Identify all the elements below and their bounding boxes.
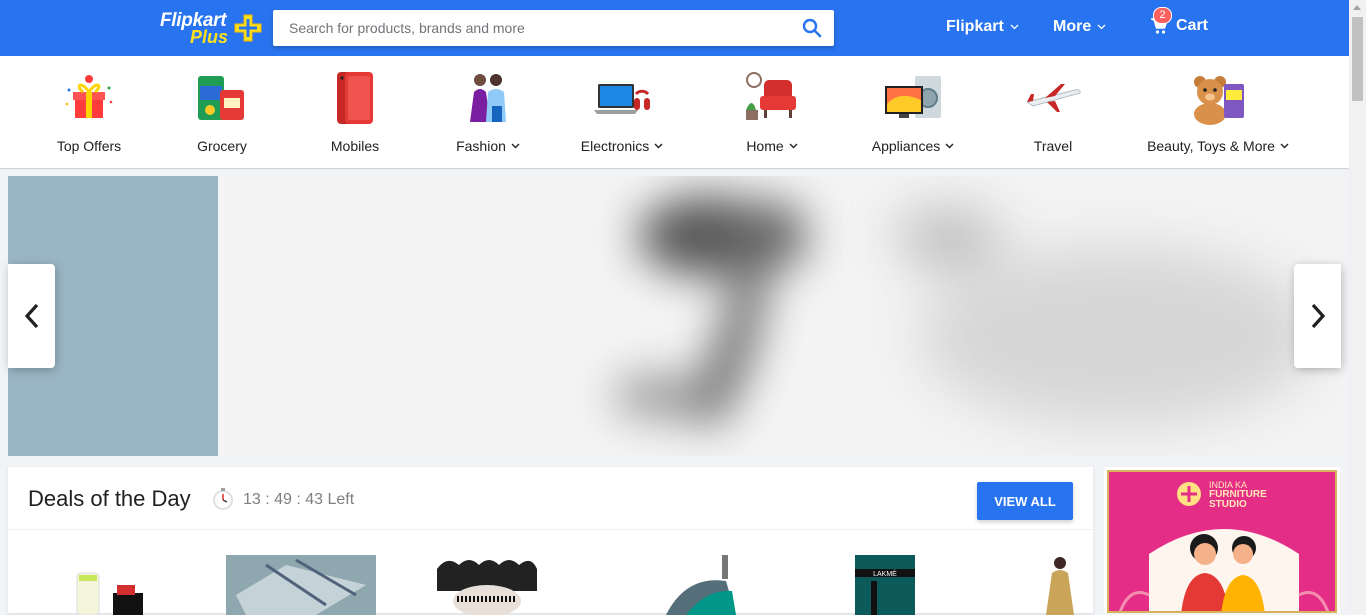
chevron-down-icon [1010, 24, 1019, 30]
deal-product-image[interactable] [226, 555, 376, 615]
ad-line-3: STUDIO [1209, 499, 1247, 510]
category-label: Grocery [197, 138, 247, 154]
category-electronics[interactable]: Electronics [557, 56, 687, 168]
account-menu-label: Flipkart [946, 18, 1004, 35]
scrollbar-thumb[interactable] [1352, 17, 1363, 101]
deal-product-image[interactable] [435, 555, 539, 615]
chevron-down-icon [945, 143, 954, 149]
chevron-down-icon [789, 143, 798, 149]
deals-of-the-day-section: Deals of the Day 13 : 49 : 43 Left VIEW … [8, 467, 1093, 615]
chevron-left-icon [24, 303, 38, 329]
deal-product-image[interactable] [1038, 555, 1082, 615]
ad-logo-icon [1177, 482, 1201, 506]
banner-blurred-product-image [613, 196, 808, 426]
category-label: Travel [1033, 138, 1073, 154]
category-label: Beauty, Toys & More [1147, 138, 1275, 154]
search-bar [273, 10, 834, 46]
cart-count-badge: 2 [1153, 7, 1172, 24]
chevron-down-icon [511, 143, 520, 149]
deal-product-image[interactable] [656, 555, 756, 615]
chevron-down-icon [654, 143, 663, 149]
logo-word-plus: Plus [190, 27, 229, 47]
flipkart-plus-logo[interactable]: Flipkart Plus [160, 10, 264, 47]
furniture-studio-ad[interactable]: INDIA KA FURNITURE STUDIO [1104, 467, 1340, 613]
deal-product-image[interactable]: LAKMÉ [853, 555, 917, 615]
account-menu[interactable]: Flipkart [946, 18, 1019, 36]
category-label: Home [746, 138, 784, 154]
category-bar: Top Offers Grocery Mobiles Fashion Elect… [0, 56, 1349, 168]
category-label: Top Offers [56, 138, 122, 154]
hero-banner[interactable] [8, 176, 1341, 456]
ad-couple-illustration [1118, 529, 1330, 611]
appliances-icon [885, 76, 941, 118]
plus-logo-icon [234, 14, 262, 42]
deal-product-image[interactable] [73, 555, 153, 615]
grocery-icon [198, 76, 244, 120]
teddy-bear-icon [1194, 76, 1244, 125]
category-label: Mobiles [330, 138, 380, 154]
category-appliances[interactable]: Appliances [848, 56, 978, 168]
category-top-offers[interactable]: Top Offers [24, 56, 154, 168]
deals-countdown: 13 : 49 : 43 Left [243, 491, 355, 508]
svg-text:LAKMÉ: LAKMÉ [873, 569, 897, 578]
search-input[interactable] [273, 10, 783, 46]
laptop-icon [594, 84, 650, 114]
category-label: Appliances [871, 138, 941, 154]
category-label: Electronics [580, 138, 650, 154]
banner-blurred-background [898, 216, 1318, 426]
chevron-down-icon [1097, 24, 1106, 30]
scroll-up-arrow-icon[interactable] [1353, 5, 1361, 10]
top-header: Flipkart Plus Flipkart More 2 Cart [0, 0, 1349, 56]
airplane-icon [1025, 84, 1081, 112]
page-scrollbar[interactable] [1349, 0, 1366, 613]
category-travel[interactable]: Travel [988, 56, 1118, 168]
view-all-button[interactable]: VIEW ALL [977, 482, 1073, 520]
more-menu-label: More [1053, 18, 1092, 35]
category-home[interactable]: Home [707, 56, 837, 168]
search-icon[interactable] [802, 18, 822, 38]
mobile-icon [337, 72, 373, 124]
timer-clock-icon [213, 488, 233, 510]
category-fashion[interactable]: Fashion [423, 56, 553, 168]
carousel-prev-button[interactable] [8, 264, 55, 368]
carousel-next-button[interactable] [1294, 264, 1341, 368]
category-beauty-toys[interactable]: Beauty, Toys & More [1133, 56, 1303, 168]
more-menu[interactable]: More [1053, 18, 1106, 36]
cart-button[interactable]: 2 Cart [1150, 7, 1209, 35]
chevron-down-icon [1280, 143, 1289, 149]
category-mobiles[interactable]: Mobiles [290, 56, 420, 168]
category-grocery[interactable]: Grocery [157, 56, 287, 168]
category-label: Fashion [456, 138, 506, 154]
gift-icon [65, 75, 113, 118]
armchair-icon [746, 72, 796, 120]
deals-title: Deals of the Day [28, 486, 191, 511]
cart-label: Cart [1176, 17, 1209, 34]
deals-header: Deals of the Day 13 : 49 : 43 Left VIEW … [8, 467, 1093, 530]
chevron-right-icon [1311, 303, 1325, 329]
fashion-icon [470, 74, 506, 122]
